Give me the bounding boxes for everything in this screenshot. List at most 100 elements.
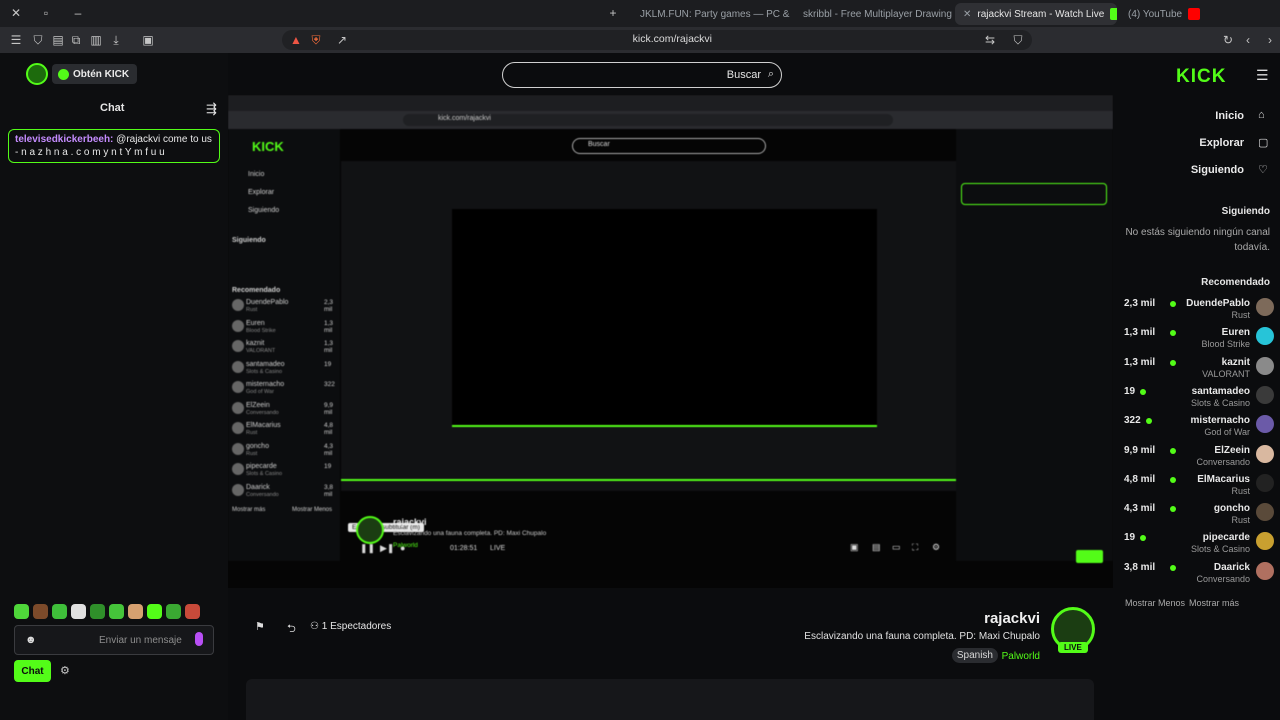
channel-viewer-count: 9,9 mil xyxy=(1124,444,1156,456)
chat-message-input[interactable]: ☻ Enviar un mensaje xyxy=(14,625,214,655)
search-icon: ⌕ xyxy=(767,68,774,80)
close-window-icon[interactable]: ✕ xyxy=(8,5,24,21)
theater-mode-icon[interactable]: ▤ xyxy=(872,542,881,553)
inner-channel-name: santamadeo xyxy=(246,360,285,368)
nav-item-inicio[interactable]: Inicio xyxy=(1215,110,1244,122)
tab-jklm[interactable]: JKLM.FUN: Party games — PC & Sm xyxy=(632,3,792,25)
emote-icon[interactable] xyxy=(33,604,48,619)
picture-in-picture-icon[interactable]: ▣ xyxy=(850,542,859,553)
channel-avatar xyxy=(1256,532,1274,551)
nav-item-siguiendo[interactable]: Siguiendo xyxy=(1191,164,1244,176)
user-avatar[interactable] xyxy=(26,63,48,85)
tab-youtube[interactable]: (4) YouTube xyxy=(1120,3,1270,25)
bookmark-icon[interactable]: ⛉ xyxy=(1010,32,1026,48)
inner-recommended-channel: Daarick Conversando 3,8 mil xyxy=(232,483,333,498)
emote-icon[interactable] xyxy=(14,604,29,619)
search-placeholder: Buscar xyxy=(726,69,761,81)
recommended-channel[interactable]: 4,3 mil goncho Rust xyxy=(1124,502,1274,528)
search-input[interactable]: Buscar ⌕ xyxy=(502,62,782,88)
kick-logo[interactable]: KICK xyxy=(1176,66,1226,88)
emote-icon[interactable] xyxy=(52,604,67,619)
inner-recommended-channel: Euren Blood Strike 1,3 mil xyxy=(232,319,333,334)
download-icon[interactable]: ⤓ xyxy=(108,32,124,48)
emote-icon[interactable] xyxy=(71,604,86,619)
chat-settings-gear-icon[interactable]: ⚙ xyxy=(60,664,70,677)
language-tag[interactable]: Spanish xyxy=(951,648,998,663)
channel-avatar xyxy=(1256,503,1274,522)
pinned-message-user[interactable]: televisedkickerbeeh: xyxy=(15,134,113,145)
channel-name: misternacho xyxy=(1190,415,1250,427)
recommended-channel[interactable]: 4,8 mil ElMacarius Rust xyxy=(1124,473,1274,499)
inner-tab-strip xyxy=(228,95,1113,111)
url-text: kick.com/rajackvi xyxy=(632,33,712,45)
get-kick-button[interactable]: Obtén KICK xyxy=(52,64,138,84)
recommended-channel[interactable]: 9,9 mil ElZeein Conversando xyxy=(1124,444,1274,470)
wallet-icon[interactable]: ▤ xyxy=(50,32,66,48)
share-icon[interactable]: ⮌ xyxy=(287,620,296,639)
restore-window-icon[interactable]: ▫ xyxy=(38,5,54,21)
follow-icon[interactable]: ⚑ xyxy=(255,620,265,633)
emoji-icon[interactable]: ☻ xyxy=(25,634,37,646)
show-less-link[interactable]: Mostrar Menos xyxy=(1125,598,1185,608)
inner-channel-avatar xyxy=(232,360,244,373)
inner-channel-avatar xyxy=(232,381,244,393)
channel-avatar xyxy=(1256,298,1274,316)
channel-category: VALORANT xyxy=(1202,368,1250,379)
emote-icon[interactable] xyxy=(128,604,143,619)
forward-icon[interactable]: ‹ xyxy=(1240,32,1256,48)
tab-rajackvi[interactable]: ✕ rajackvi Stream - Watch Live xyxy=(955,3,1117,25)
emote-icon[interactable] xyxy=(166,604,181,619)
shield-icon[interactable]: ⛉ xyxy=(30,32,46,48)
chat-send-button[interactable]: Chat xyxy=(14,660,51,682)
show-more-link[interactable]: Mostrar más xyxy=(1189,598,1239,608)
recommended-channel[interactable]: 3,8 mil Daarick Conversando xyxy=(1124,561,1274,587)
nav-item-explorar[interactable]: Explorar xyxy=(1199,137,1244,149)
reload-icon[interactable]: ↻ xyxy=(1220,32,1236,48)
recommended-channel[interactable]: 1,3 mil Euren Blood Strike xyxy=(1124,326,1274,352)
share-page-icon[interactable]: ↗ xyxy=(334,32,350,48)
emote-icon[interactable] xyxy=(185,604,200,619)
fullscreen-icon[interactable]: ⛶ xyxy=(912,542,918,553)
channel-name: Euren xyxy=(1221,327,1250,339)
new-tab-icon[interactable]: + xyxy=(605,5,621,21)
video-player[interactable]: kick.com/rajackvi KICK Buscar Inicio Exp… xyxy=(228,95,1113,588)
menu-icon[interactable]: ☰ xyxy=(8,32,24,48)
recommended-channel[interactable]: 19 pipecarde Slots & Casino xyxy=(1124,531,1274,557)
chat-collapse-icon[interactable]: ⇶ xyxy=(206,101,217,117)
clip-icon[interactable]: ▭ xyxy=(892,542,901,553)
extensions-icon[interactable]: ▣ xyxy=(140,32,156,48)
screenshot-icon[interactable]: ⧉ xyxy=(68,32,84,48)
game-category-link[interactable]: Palworld xyxy=(1002,651,1040,662)
channel-viewer-count: 19 xyxy=(1124,385,1136,397)
recommended-channel[interactable]: 1,3 mil kaznit VALORANT xyxy=(1124,356,1274,382)
pause-icon[interactable]: ❚❚ xyxy=(360,543,375,554)
inner-channel-viewers: 1,3 mil xyxy=(324,319,334,334)
microphone-icon[interactable] xyxy=(195,632,203,646)
sidebar-icon[interactable]: ▥ xyxy=(88,32,104,48)
browser-toolbar: ☰ ⛉ ▤ ⧉ ▥ ⤓ ▣ ▲ ⛨ ↗ kick.com/rajackvi ⇆ … xyxy=(0,27,1280,53)
inner-pinned-message xyxy=(961,183,1107,205)
brave-shield-icon[interactable]: ⛨ xyxy=(308,32,324,48)
back-icon[interactable]: › xyxy=(1262,32,1278,48)
minimize-window-icon[interactable]: – xyxy=(70,5,86,21)
emote-icon[interactable] xyxy=(147,604,162,619)
emote-icon[interactable] xyxy=(109,604,124,619)
emote-icon[interactable] xyxy=(90,604,105,619)
home-icon: ⌂ xyxy=(1258,109,1265,121)
recommended-channel[interactable]: 322 misternacho God of War xyxy=(1124,414,1274,440)
inner-recommended-channel: goncho Rust 4,3 mil xyxy=(232,442,333,457)
live-dot-icon xyxy=(1140,535,1146,542)
address-bar[interactable]: ▲ ⛨ ↗ kick.com/rajackvi ⇆ xyxy=(282,30,1032,50)
hamburger-menu-icon[interactable]: ☰ xyxy=(1256,67,1269,84)
close-tab-icon[interactable]: ✕ xyxy=(963,9,971,20)
brave-rewards-icon[interactable]: ▲ xyxy=(288,32,304,48)
channel-viewer-count: 2,3 mil xyxy=(1124,298,1156,309)
streamer-name[interactable]: rajackvi xyxy=(984,610,1040,627)
recommended-channel[interactable]: 2,3 mil DuendePablo Rust xyxy=(1124,297,1274,323)
kick-badge-icon xyxy=(58,68,69,80)
player-settings-icon[interactable]: ⚙ xyxy=(932,542,940,553)
site-settings-icon[interactable]: ⇆ xyxy=(982,32,998,48)
recommended-channel[interactable]: 19 santamadeo Slots & Casino xyxy=(1124,385,1274,411)
inner-channel-category: Slots & Casino xyxy=(246,471,283,477)
tab-skribbl[interactable]: skribbl - Free Multiplayer Drawing & xyxy=(795,3,953,25)
